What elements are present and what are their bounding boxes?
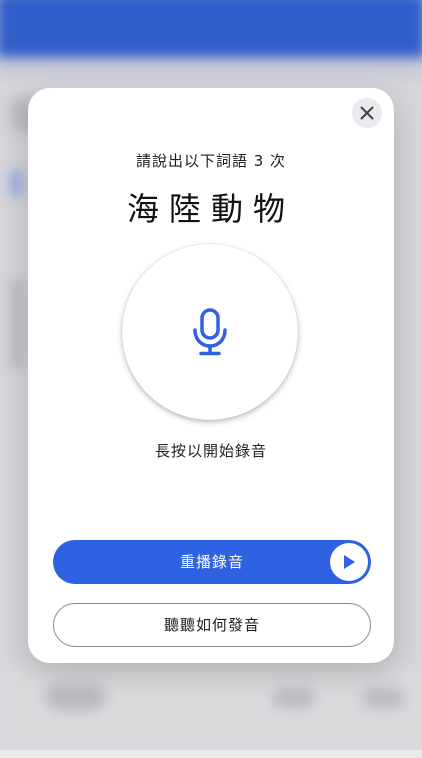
replay-recording-button[interactable]: 重播錄音 [53,540,371,584]
replay-recording-label: 重播錄音 [179,553,244,571]
pronunciation-modal: 請說出以下詞語 3 次 海陸動物 長按以開始錄音 重播錄音 聽聽如何發音 [28,88,394,663]
play-button[interactable] [330,543,368,581]
close-button[interactable] [352,98,382,128]
instruction-text: 請說出以下詞語 3 次 [135,152,287,170]
target-word: 海陸動物 [126,190,295,228]
hold-to-record-hint: 長按以開始錄音 [154,442,267,460]
record-button[interactable] [122,244,298,420]
listen-pronunciation-button[interactable]: 聽聽如何發音 [53,603,371,647]
microphone-icon [193,308,227,356]
play-icon [344,555,355,569]
listen-pronunciation-label: 聽聽如何發音 [163,616,260,634]
close-icon [360,106,374,120]
